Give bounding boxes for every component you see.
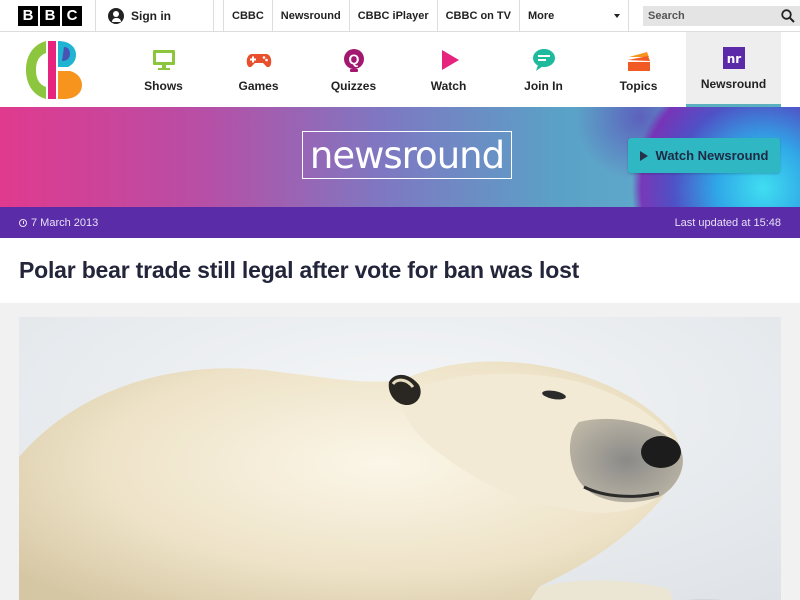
bbc-link-cbbc-iplayer[interactable]: CBBC iPlayer [350, 0, 438, 32]
cbbc-logo[interactable] [0, 32, 110, 107]
signin-label: Sign in [131, 8, 171, 23]
svg-text:Q: Q [348, 51, 359, 67]
article-headline: Polar bear trade still legal after vote … [19, 257, 580, 283]
bbc-global-bar: B B C Sign in CBBC Newsround CBBC iPlaye… [0, 0, 800, 32]
nav-item-label: Shows [144, 78, 183, 93]
nav-item-label: Topics [619, 78, 658, 93]
bbc-nav-links: CBBC Newsround CBBC iPlayer CBBC on TV [223, 0, 520, 32]
play-icon [639, 150, 648, 161]
bbc-link-newsround[interactable]: Newsround [273, 0, 350, 32]
newsround-icon: nr [722, 47, 745, 69]
nav-item-newsround[interactable]: nr Newsround [686, 32, 781, 107]
bbc-link-cbbc-on-tv[interactable]: CBBC on TV [438, 0, 520, 32]
chevron-down-icon [614, 13, 620, 18]
last-updated: Last updated at 15:48 [674, 216, 781, 229]
chat-icon [532, 48, 555, 71]
bbc-link-cbbc[interactable]: CBBC [223, 0, 273, 32]
nav-item-label: Newsround [700, 77, 767, 91]
quiz-icon: Q [343, 48, 364, 72]
nav-item-label: Join In [524, 78, 563, 93]
more-menu[interactable]: More [520, 0, 629, 32]
bbc-logo-letter: B [40, 5, 60, 26]
article-datebar: 7 March 2013 Last updated at 15:48 [0, 207, 800, 238]
nav-item-watch[interactable]: Watch [401, 32, 496, 107]
search-input[interactable] [648, 9, 768, 22]
nav-item-games[interactable]: Games [211, 32, 306, 107]
nav-item-label: Quizzes [330, 78, 377, 93]
bbc-logo[interactable]: B B C [18, 5, 82, 26]
folders-icon [627, 51, 650, 71]
nav-item-label: Games [238, 78, 279, 93]
polar-bear-illustration [19, 317, 781, 600]
cbbc-logo-icon [26, 40, 82, 99]
article-date: 7 March 2013 [19, 217, 98, 229]
watch-newsround-button[interactable]: Watch Newsround [628, 138, 780, 173]
tv-icon [152, 49, 175, 70]
search-icon[interactable] [781, 8, 795, 23]
search-box [643, 5, 800, 26]
polar-bear-image [19, 317, 781, 600]
watch-newsround-label: Watch Newsround [655, 148, 769, 163]
cbbc-nav-items: Shows Games Q Quizzes Watch Join In Topi… [110, 32, 781, 107]
article-header: Polar bear trade still legal after vote … [0, 238, 800, 303]
nav-item-join-in[interactable]: Join In [496, 32, 591, 107]
newsround-wordmark-text: newsround [309, 133, 505, 177]
signin-link[interactable]: Sign in [95, 0, 214, 32]
article-date-text: 7 March 2013 [31, 216, 99, 229]
nav-item-label: Watch [430, 78, 467, 93]
bbc-logo-letter: C [62, 5, 82, 26]
nav-item-topics[interactable]: Topics [591, 32, 686, 107]
gamepad-icon [246, 53, 271, 67]
nav-item-shows[interactable]: Shows [116, 32, 211, 107]
bbc-logo-letter: B [18, 5, 38, 26]
article-media [0, 303, 800, 600]
user-icon [108, 7, 124, 24]
newsround-banner: newsround Watch Newsround [0, 107, 800, 207]
newsround-wordmark[interactable]: newsround [302, 131, 512, 179]
more-label: More [528, 9, 555, 22]
cbbc-nav: Shows Games Q Quizzes Watch Join In Topi… [0, 32, 800, 107]
nav-item-quizzes[interactable]: Q Quizzes [306, 32, 401, 107]
svg-text:nr: nr [726, 52, 741, 66]
clock-icon [19, 218, 27, 227]
play-icon [441, 49, 459, 70]
